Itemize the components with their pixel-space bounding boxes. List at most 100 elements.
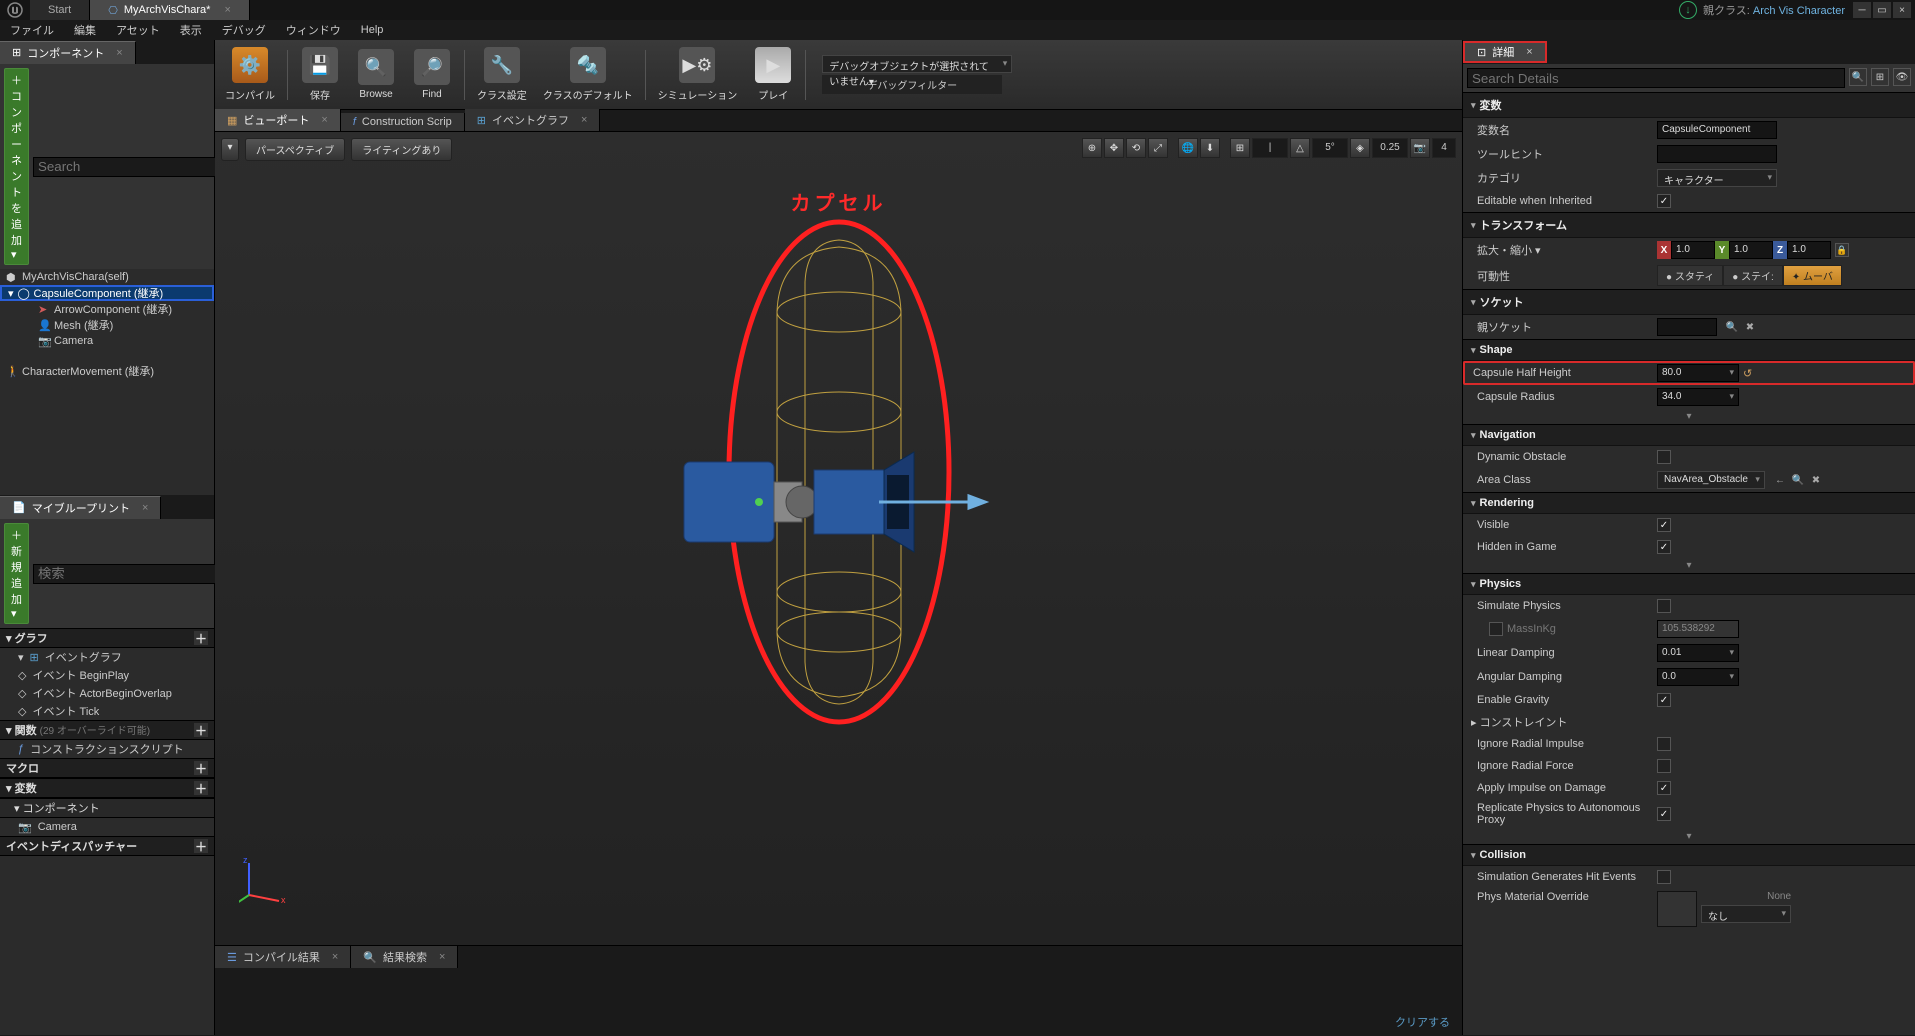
cat-collision[interactable]: Collision — [1463, 844, 1915, 866]
field-radius[interactable]: 34.0 — [1657, 388, 1739, 406]
tree-row-self[interactable]: ⬢MyArchVisChara(self) — [0, 269, 214, 285]
angle-snap-value[interactable]: 5° — [1312, 138, 1348, 158]
tree-row-mesh[interactable]: 👤Mesh (継承) — [0, 317, 214, 333]
tree-row-camera[interactable]: 📷Camera — [0, 333, 214, 349]
myblueprint-search-input[interactable] — [33, 564, 220, 584]
add-macro-button[interactable]: ＋ — [194, 761, 208, 775]
field-halfheight[interactable]: 80.0 — [1657, 364, 1739, 382]
debug-object-dropdown[interactable]: デバッグオブジェクトが選択されていません▾ — [822, 55, 1012, 73]
compile-button[interactable]: ⚙️コンパイル — [221, 45, 279, 104]
tab-find-results[interactable]: 🔍結果検索× — [351, 946, 458, 968]
field-angdamp[interactable]: 0.0 — [1657, 668, 1739, 686]
details-tab[interactable]: ⊡ 詳細 × — [1463, 41, 1547, 63]
scale-y[interactable]: 1.0 — [1729, 241, 1773, 259]
details-body[interactable]: 変数 変数名CapsuleComponent ツールヒント カテゴリキャラクター… — [1463, 92, 1915, 1035]
event-overlap[interactable]: ◇イベント ActorBeginOverlap — [0, 684, 214, 702]
lighting-dropdown[interactable]: ライティングあり — [351, 138, 452, 161]
scale-x[interactable]: 1.0 — [1671, 241, 1715, 259]
add-new-button[interactable]: ＋新規追加 ▾ — [4, 523, 29, 624]
chk-sim[interactable] — [1657, 599, 1671, 613]
event-beginplay[interactable]: ◇イベント BeginPlay — [0, 666, 214, 684]
menu-debug[interactable]: デバッグ — [212, 22, 276, 38]
section-dispatchers[interactable]: イベントディスパッチャー＋ — [0, 836, 214, 856]
add-variable-button[interactable]: ＋ — [194, 781, 208, 795]
chk-ignoreimp[interactable] — [1657, 737, 1671, 751]
chk-editable[interactable] — [1657, 194, 1671, 208]
translate-mode-icon[interactable]: ✥ — [1104, 138, 1124, 158]
tab-eventgraph[interactable]: ⊞イベントグラフ× — [465, 109, 601, 131]
mobility-static[interactable]: ● スタティ — [1657, 265, 1723, 286]
shape-advance[interactable]: ▾ — [1463, 409, 1915, 424]
event-tick[interactable]: ◇イベント Tick — [0, 702, 214, 720]
minimize-button[interactable]: ─ — [1853, 2, 1871, 18]
details-search-input[interactable] — [1467, 68, 1845, 88]
field-parentsocket[interactable] — [1657, 318, 1717, 336]
cat-rendering[interactable]: Rendering — [1463, 492, 1915, 514]
cat-socket[interactable]: ソケット — [1463, 289, 1915, 315]
class-settings-button[interactable]: 🔧クラス設定 — [473, 45, 531, 104]
material-thumbnail[interactable] — [1657, 891, 1697, 927]
close-icon[interactable]: × — [116, 47, 122, 59]
lbl-constraint[interactable]: ▸ コンストレイント — [1471, 714, 1651, 730]
cat-variable[interactable]: 変数 — [1463, 92, 1915, 118]
mobility-movable[interactable]: ✦ ムーバ — [1783, 265, 1842, 286]
chk-visible[interactable] — [1657, 518, 1671, 532]
maximize-button[interactable]: ▭ — [1873, 2, 1891, 18]
cat-transform[interactable]: トランスフォーム — [1463, 212, 1915, 238]
select-mode-icon[interactable]: ⊕ — [1082, 138, 1102, 158]
menu-asset[interactable]: アセット — [106, 22, 170, 38]
play-button[interactable]: ▶プレイ — [749, 45, 797, 104]
close-icon[interactable]: × — [224, 4, 230, 16]
chk-hidden[interactable] — [1657, 540, 1671, 554]
tree-row-capsule[interactable]: ▾◯CapsuleComponent (継承) — [0, 285, 214, 301]
scale-z[interactable]: 1.0 — [1787, 241, 1831, 259]
chk-genhit[interactable] — [1657, 870, 1671, 884]
tab-myarchvischara[interactable]: ⎔ MyArchVisChara* × — [90, 0, 250, 20]
chk-mass[interactable] — [1489, 622, 1503, 636]
close-icon[interactable]: × — [439, 951, 445, 963]
source-control-icon[interactable]: ↓ — [1679, 1, 1697, 19]
add-dispatcher-button[interactable]: ＋ — [194, 839, 208, 853]
dropdown-physmat[interactable]: なし — [1701, 905, 1791, 923]
class-defaults-button[interactable]: 🔩クラスのデフォルト — [539, 45, 637, 104]
add-component-button[interactable]: ＋コンポーネントを追加 ▾ — [4, 68, 29, 265]
clear-icon[interactable]: ✖ — [1809, 473, 1823, 487]
close-icon[interactable]: × — [321, 114, 327, 126]
scale-mode-icon[interactable]: ⤢ — [1148, 138, 1168, 158]
simulation-button[interactable]: ▶⚙シミュレーション — [654, 45, 742, 104]
add-graph-button[interactable]: ＋ — [194, 631, 208, 645]
menu-help[interactable]: Help — [351, 24, 394, 36]
menu-edit[interactable]: 編集 — [64, 22, 106, 38]
var-camera[interactable]: 📷Camera — [0, 818, 214, 836]
menu-view[interactable]: 表示 — [170, 22, 212, 38]
section-components-sub[interactable]: ▾ コンポーネント — [0, 798, 214, 818]
chk-ignoreforce[interactable] — [1657, 759, 1671, 773]
section-macros[interactable]: マクロ＋ — [0, 758, 214, 778]
dropdown-areaclass[interactable]: NavArea_Obstacle — [1657, 471, 1765, 489]
tab-viewport[interactable]: ▦ビューポート× — [215, 109, 341, 131]
tree-row-charmove[interactable]: 🚶CharacterMovement (継承) — [0, 363, 214, 379]
close-icon[interactable]: × — [142, 502, 148, 514]
save-button[interactable]: 💾保存 — [296, 45, 344, 104]
close-button[interactable]: × — [1893, 2, 1911, 18]
grid-snap-value[interactable]: | — [1252, 138, 1288, 158]
chk-applyimp[interactable] — [1657, 781, 1671, 795]
perspective-dropdown[interactable]: パースペクティブ — [245, 138, 345, 161]
chk-replicate[interactable] — [1657, 807, 1671, 821]
viewport-options-button[interactable]: ▾ — [221, 138, 239, 161]
camera-speed-icon[interactable]: 📷 — [1410, 138, 1430, 158]
lock-icon[interactable]: 🔒 — [1835, 243, 1849, 257]
browse-icon[interactable]: 🔍 — [1725, 320, 1739, 334]
angle-snap-icon[interactable]: △ — [1290, 138, 1310, 158]
tree-row-arrow[interactable]: ➤ArrowComponent (継承) — [0, 301, 214, 317]
reset-icon[interactable]: ↺ — [1743, 367, 1752, 380]
menu-window[interactable]: ウィンドウ — [276, 22, 351, 38]
property-matrix-icon[interactable]: ⊞ — [1871, 68, 1889, 86]
construction-script[interactable]: ƒコンストラクションスクリプト — [0, 740, 214, 758]
section-variables[interactable]: ▾ 変数＋ — [0, 778, 214, 798]
myblueprint-tab[interactable]: 📄 マイブループリント × — [0, 496, 161, 519]
cat-physics[interactable]: Physics — [1463, 573, 1915, 595]
clear-icon[interactable]: ✖ — [1743, 320, 1757, 334]
components-tab[interactable]: ⊞ コンポーネント × — [0, 41, 136, 64]
close-icon[interactable]: × — [1526, 46, 1532, 58]
